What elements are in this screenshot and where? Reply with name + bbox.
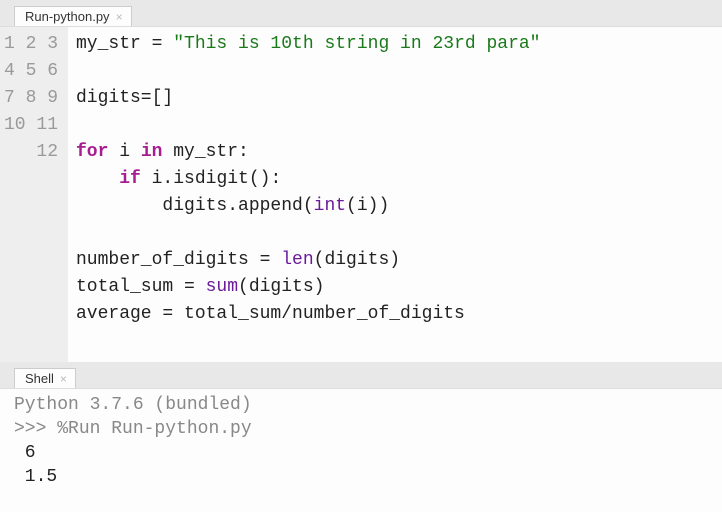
close-icon[interactable]: ×: [60, 373, 67, 385]
code-line: my_str = "This is 10th string in 23rd pa…: [76, 34, 540, 54]
shell-prompt: >>>: [14, 419, 57, 439]
code-line: total_sum = sum(digits): [76, 277, 324, 297]
shell-output[interactable]: Python 3.7.6 (bundled) >>> %Run Run-pyth…: [0, 388, 722, 512]
shell-result: 1.5: [14, 467, 57, 487]
shell-tab-label: Shell: [25, 371, 54, 386]
code-line: if i.isdigit():: [76, 169, 281, 189]
code-editor[interactable]: 1 2 3 4 5 6 7 8 9 10 11 12 my_str = "Thi…: [0, 26, 722, 362]
shell-panel: Shell × Python 3.7.6 (bundled) >>> %Run …: [0, 362, 722, 512]
code-area[interactable]: my_str = "This is 10th string in 23rd pa…: [68, 27, 540, 362]
shell-result: 6: [14, 443, 36, 463]
code-line: number_of_digits = len(digits): [76, 250, 400, 270]
line-gutter: 1 2 3 4 5 6 7 8 9 10 11 12: [0, 27, 68, 362]
code-line: [76, 61, 87, 81]
editor-tab[interactable]: Run-python.py ×: [14, 6, 132, 26]
editor-tab-label: Run-python.py: [25, 9, 110, 24]
shell-tab[interactable]: Shell ×: [14, 368, 76, 388]
code-line: [76, 223, 87, 243]
code-line: for i in my_str:: [76, 142, 249, 162]
shell-command: %Run Run-python.py: [57, 419, 251, 439]
code-line: digits.append(int(i)): [76, 196, 389, 216]
code-line: [76, 331, 87, 351]
editor-tab-bar: Run-python.py ×: [0, 0, 722, 26]
code-line: digits=[]: [76, 88, 173, 108]
code-line: average = total_sum/number_of_digits: [76, 304, 465, 324]
code-line: [76, 115, 87, 135]
close-icon[interactable]: ×: [116, 11, 123, 23]
editor-panel: Run-python.py × 1 2 3 4 5 6 7 8 9 10 11 …: [0, 0, 722, 362]
shell-banner: Python 3.7.6 (bundled): [14, 395, 252, 415]
shell-tab-bar: Shell ×: [0, 362, 722, 388]
